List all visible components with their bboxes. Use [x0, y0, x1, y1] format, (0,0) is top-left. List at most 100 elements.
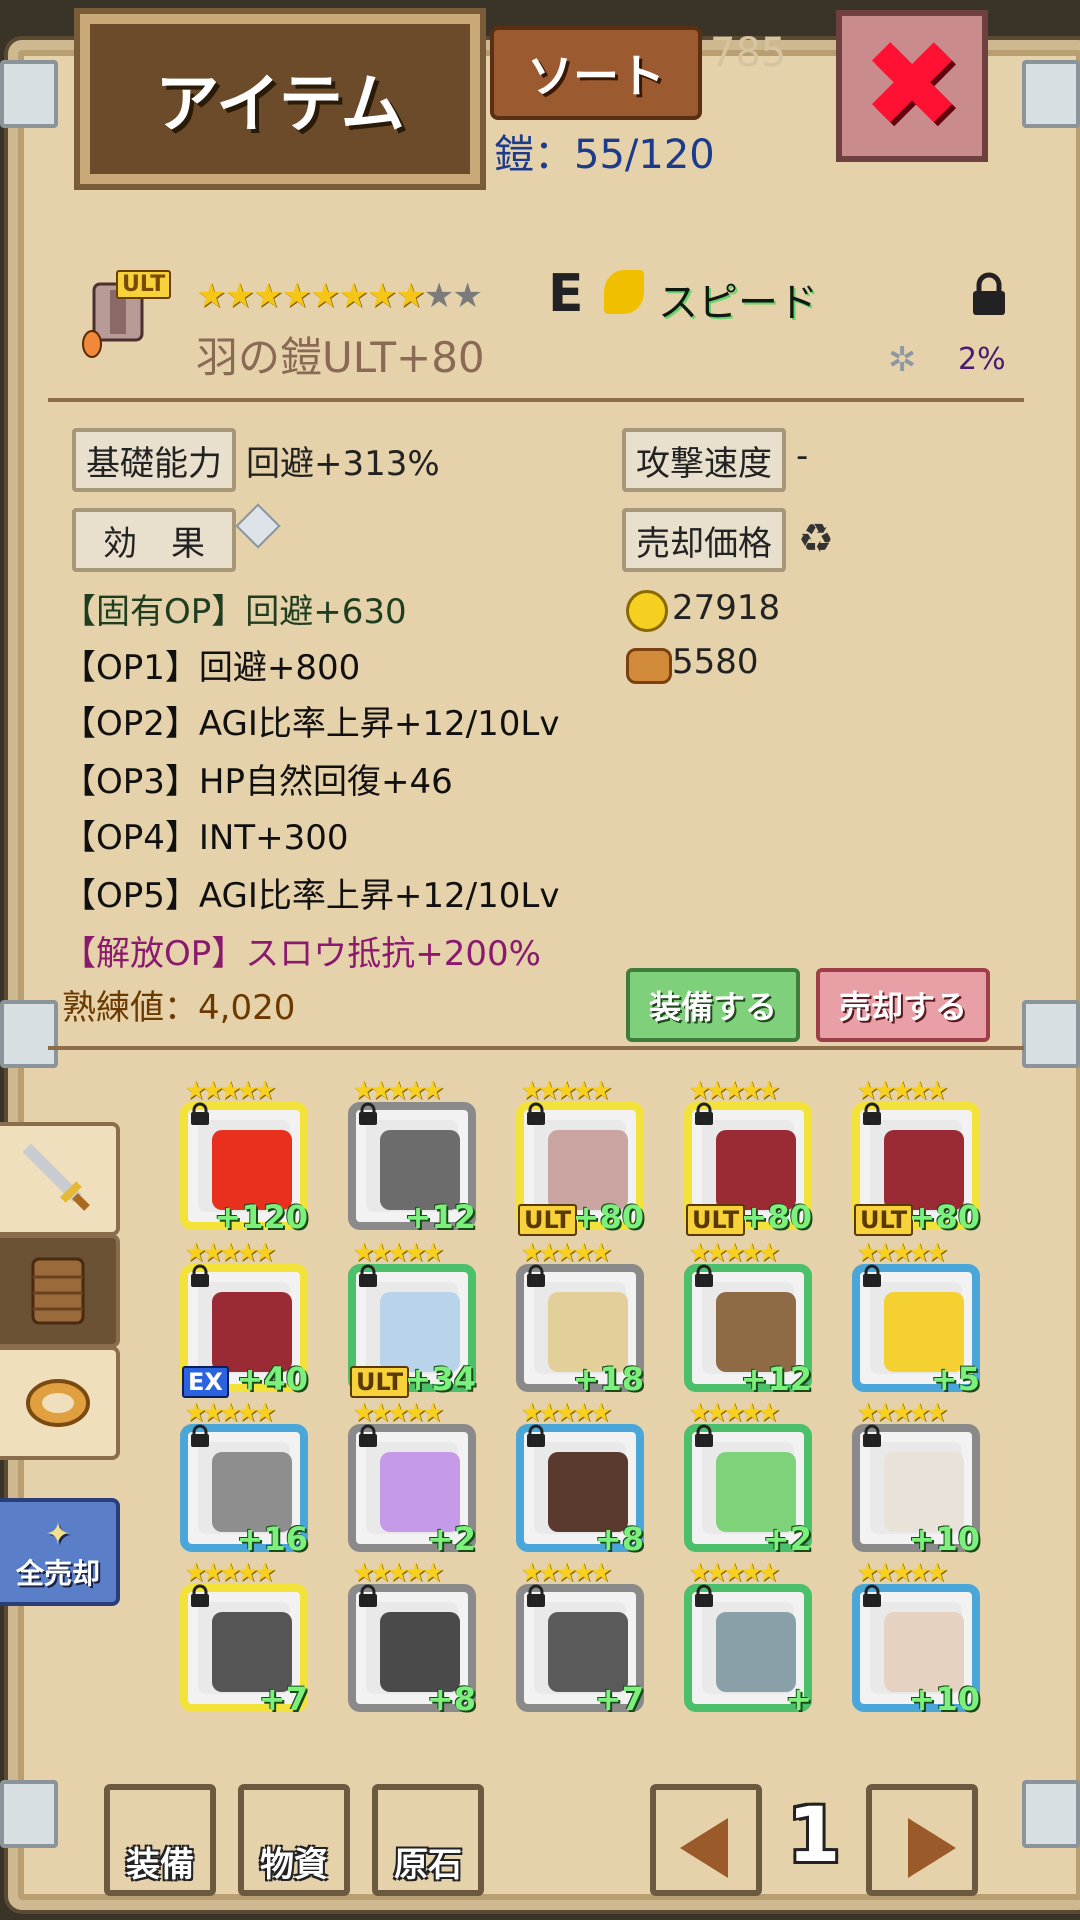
- enhance-level: +40: [236, 1360, 308, 1398]
- armor-item-icon: [716, 1612, 796, 1692]
- grade-badge: ULT: [854, 1204, 914, 1236]
- frame-corner: [1022, 60, 1080, 128]
- grade-badge: ULT: [350, 1366, 410, 1398]
- tab-ore-label: 原石: [394, 1845, 462, 1885]
- tab-armor[interactable]: [0, 1234, 120, 1348]
- inventory-slot[interactable]: ★★★★★ ULT +80: [516, 1076, 644, 1236]
- sell-all-label: 全売却: [15, 1557, 100, 1590]
- ult-badge: ULT: [116, 270, 172, 299]
- armor-capacity: 鎧：55/120: [494, 132, 715, 178]
- lock-icon[interactable]: [970, 272, 1008, 316]
- inventory-slot[interactable]: ★★★★★ +7: [516, 1558, 644, 1718]
- inventory-slot[interactable]: ★★★★★ +8: [516, 1398, 644, 1558]
- material-icon: [626, 648, 672, 684]
- option-line: 【固有OP】回避+630: [62, 592, 407, 632]
- recycle-icon: ♻: [798, 516, 834, 562]
- sword-icon: [23, 1144, 90, 1211]
- enhance-level: +7: [258, 1680, 308, 1718]
- item-type: スピード: [658, 280, 818, 326]
- inventory-slot[interactable]: ★★★★★ ULT +34: [348, 1238, 476, 1398]
- inventory-slot[interactable]: ★★★★★ +8: [348, 1558, 476, 1718]
- inventory-slot[interactable]: ★★★★★ +2: [348, 1398, 476, 1558]
- lock-icon: [695, 1424, 713, 1447]
- inventory-slot[interactable]: ★★★★★ +5: [852, 1238, 980, 1398]
- tab-ore[interactable]: 原石: [372, 1784, 484, 1896]
- tab-weapon[interactable]: [0, 1122, 120, 1236]
- prev-page-button[interactable]: [650, 1784, 762, 1896]
- inventory-slot[interactable]: ★★★★★ +: [684, 1558, 812, 1718]
- frame-corner: [0, 60, 58, 128]
- tab-equipment[interactable]: 装備: [104, 1784, 216, 1896]
- arrow-left-icon: [680, 1818, 728, 1878]
- frame-corner: [0, 1000, 58, 1068]
- inventory-slot[interactable]: ★★★★★ +2: [684, 1398, 812, 1558]
- enhance-level: +12: [740, 1360, 812, 1398]
- option-line: 【OP2】AGI比率上昇+12/10Lv: [62, 704, 560, 744]
- page-number: 1: [787, 1790, 841, 1879]
- sell-all-button[interactable]: ✦ 全売却: [0, 1498, 120, 1606]
- lock-icon: [863, 1584, 881, 1607]
- enhance-level: +18: [572, 1360, 644, 1398]
- mastery-value: 熟練値：4,020: [62, 988, 296, 1028]
- lock-icon: [191, 1584, 209, 1607]
- option-line: 【OP4】INT+300: [62, 818, 349, 858]
- inventory-slot[interactable]: ★★★★★ +12: [684, 1238, 812, 1398]
- close-button[interactable]: ✖: [836, 10, 988, 162]
- lock-icon: [527, 1424, 545, 1447]
- enhance-level: +8: [426, 1680, 476, 1718]
- sell-button[interactable]: 売却する: [816, 968, 990, 1042]
- inventory-slot[interactable]: ★★★★★ +10: [852, 1558, 980, 1718]
- lock-icon: [191, 1424, 209, 1447]
- enhance-level: +: [785, 1680, 812, 1718]
- enhance-level: +80: [908, 1198, 980, 1236]
- lock-icon: [863, 1102, 881, 1125]
- base-ability-label: 基礎能力: [72, 428, 236, 492]
- option-line: 【OP5】AGI比率上昇+12/10Lv: [62, 876, 560, 916]
- effect-label: 効 果: [72, 508, 236, 572]
- lock-icon: [695, 1102, 713, 1125]
- lock-icon: [359, 1264, 377, 1287]
- tab-accessory[interactable]: [0, 1346, 120, 1460]
- gold-coin-icon: [626, 590, 668, 632]
- ring-icon: [26, 1379, 90, 1427]
- equip-button[interactable]: 装備する: [626, 968, 800, 1042]
- inventory-slot[interactable]: ★★★★★ +7: [180, 1558, 308, 1718]
- next-page-button[interactable]: [866, 1784, 978, 1896]
- sell-material-value: 5580: [672, 642, 759, 682]
- enhance-level: +8: [594, 1520, 644, 1558]
- tab-materials[interactable]: 物資: [238, 1784, 350, 1896]
- enhance-level: +2: [762, 1520, 812, 1558]
- grade-badge: ULT: [518, 1204, 578, 1236]
- inventory-slot[interactable]: ★★★★★ ULT +80: [852, 1076, 980, 1236]
- enhance-level: +10: [908, 1520, 980, 1558]
- inventory-slot[interactable]: ★★★★★ +120: [180, 1076, 308, 1236]
- attack-speed-value: -: [796, 436, 809, 476]
- inventory-slot[interactable]: ★★★★★ ULT +80: [684, 1076, 812, 1236]
- lock-icon: [359, 1424, 377, 1447]
- gear-icon: ✲: [888, 340, 917, 380]
- enhance-level: +80: [740, 1198, 812, 1236]
- frame-corner: [1022, 1780, 1080, 1848]
- enhance-level: +80: [572, 1198, 644, 1236]
- background-number: 785: [710, 30, 787, 76]
- inventory-slot[interactable]: ★★★★★ +10: [852, 1398, 980, 1558]
- inventory-slot[interactable]: ★★★★★ +16: [180, 1398, 308, 1558]
- frame-corner: [0, 1780, 58, 1848]
- inventory-slot[interactable]: ★★★★★ +18: [516, 1238, 644, 1398]
- inventory-slot[interactable]: ★★★★★ EX +40: [180, 1238, 308, 1398]
- enhance-level: +16: [236, 1520, 308, 1558]
- option-line: 【OP1】回避+800: [62, 648, 361, 688]
- unlock-option-line: 【解放OP】スロウ抵抗+200%: [62, 934, 541, 974]
- lock-icon: [527, 1584, 545, 1607]
- page-title: アイテム: [155, 68, 405, 142]
- lock-icon: [695, 1584, 713, 1607]
- enhance-level: +12: [404, 1198, 476, 1236]
- divider: [48, 1046, 1024, 1050]
- sort-button[interactable]: ソート: [490, 26, 702, 120]
- lock-icon: [191, 1102, 209, 1125]
- tab-equipment-label: 装備: [126, 1845, 194, 1885]
- star-rating: ★★★★★★★★★★: [196, 276, 483, 316]
- inventory-slot[interactable]: ★★★★★ +12: [348, 1076, 476, 1236]
- divider: [48, 398, 1024, 402]
- item-name: 羽の鎧ULT+80: [196, 333, 485, 382]
